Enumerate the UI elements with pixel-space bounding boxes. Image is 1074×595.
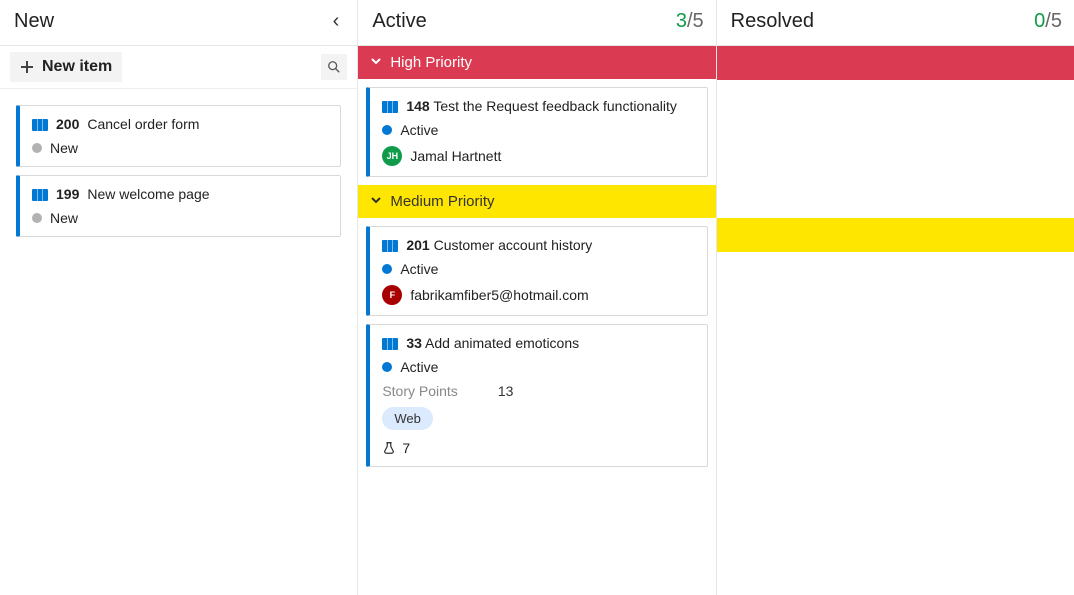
field-label: Story Points <box>382 383 457 399</box>
column-header-active: Active 3/5 <box>358 0 715 46</box>
column-header-new: New ‹ <box>0 0 357 46</box>
work-item-type-icon <box>32 189 48 201</box>
swimlane-medium-resolved <box>717 218 1074 252</box>
work-item-id: 199 <box>56 186 79 202</box>
swimlane-header-medium[interactable]: Medium Priority <box>358 185 715 218</box>
work-item-card[interactable]: 199 New welcome page New <box>16 175 341 237</box>
work-item-card[interactable]: 33 Add animated emoticons Active Story P… <box>366 324 707 467</box>
work-item-id: 33 <box>406 335 422 351</box>
work-item-title: Add animated emoticons <box>425 335 579 351</box>
search-button[interactable] <box>321 54 347 80</box>
assignee-name: Jamal Hartnett <box>410 148 501 164</box>
swimlane-header-high[interactable] <box>717 46 1074 80</box>
work-item-title: Cancel order form <box>87 116 199 132</box>
chevron-down-icon <box>370 54 382 71</box>
avatar: JH <box>382 146 402 166</box>
swimlane-label: High Priority <box>390 54 472 71</box>
work-item-card[interactable]: 148 Test the Request feedback functional… <box>366 87 707 177</box>
wip-count-resolved: 0/5 <box>1034 10 1062 33</box>
swimlane-label: Medium Priority <box>390 193 494 210</box>
work-item-card[interactable]: 201 Customer account history Active F fa… <box>366 226 707 316</box>
work-item-type-icon <box>382 338 398 350</box>
flask-icon <box>382 441 396 455</box>
plus-icon <box>20 60 34 74</box>
state-dot-icon <box>382 362 392 372</box>
column-title-new: New <box>14 10 54 33</box>
new-cards-area: 200 Cancel order form New 199 New welcom… <box>0 89 357 253</box>
work-item-type-icon <box>382 240 398 252</box>
state-dot-icon <box>382 125 392 135</box>
collapse-column-button[interactable]: ‹ <box>327 10 346 33</box>
column-active: Active 3/5 High Priority 148 Test the Re… <box>358 0 716 595</box>
work-item-id: 148 <box>406 98 429 114</box>
wip-count-active: 3/5 <box>676 10 704 33</box>
swimlane-header-high[interactable]: High Priority <box>358 46 715 79</box>
column-title-resolved: Resolved <box>731 10 814 33</box>
work-item-type-icon <box>382 101 398 113</box>
work-item-type-icon <box>32 119 48 131</box>
work-item-state: New <box>50 140 78 156</box>
tag-chip[interactable]: Web <box>382 407 433 430</box>
new-item-label: New item <box>42 58 112 76</box>
column-title-active: Active <box>372 10 426 33</box>
story-points-field: Story Points 13 <box>382 383 694 399</box>
work-item-card[interactable]: 200 Cancel order form New <box>16 105 341 167</box>
work-item-state: New <box>50 210 78 226</box>
column-header-resolved: Resolved 0/5 <box>717 0 1074 46</box>
work-item-id: 200 <box>56 116 79 132</box>
state-dot-icon <box>382 264 392 274</box>
swimlane-high-resolved <box>717 46 1074 80</box>
column-new: New ‹ New item 200 Cancel order for <box>0 0 358 595</box>
chevron-down-icon <box>370 193 382 210</box>
work-item-title: Test the Request feedback functionality <box>433 98 677 114</box>
new-column-toolbar: New item <box>0 46 357 89</box>
test-count: 7 <box>402 440 410 456</box>
assignee-name: fabrikamfiber5@hotmail.com <box>410 287 588 303</box>
field-value: 13 <box>498 383 514 399</box>
work-item-title: Customer account history <box>434 237 593 253</box>
work-item-state: Active <box>400 122 438 138</box>
swimlane-medium: Medium Priority 201 Customer account his… <box>358 185 715 475</box>
kanban-board: New ‹ New item 200 Cancel order for <box>0 0 1074 595</box>
state-dot-icon <box>32 143 42 153</box>
new-item-button[interactable]: New item <box>10 52 122 82</box>
swimlane-header-medium[interactable] <box>717 218 1074 252</box>
test-summary: 7 <box>382 440 694 456</box>
work-item-title: New welcome page <box>87 186 209 202</box>
search-icon <box>327 60 341 74</box>
swimlane-high: High Priority 148 Test the Request feedb… <box>358 46 715 185</box>
work-item-state: Active <box>400 261 438 277</box>
avatar: F <box>382 285 402 305</box>
state-dot-icon <box>32 213 42 223</box>
column-resolved: Resolved 0/5 <box>717 0 1074 595</box>
work-item-state: Active <box>400 359 438 375</box>
work-item-id: 201 <box>406 237 429 253</box>
